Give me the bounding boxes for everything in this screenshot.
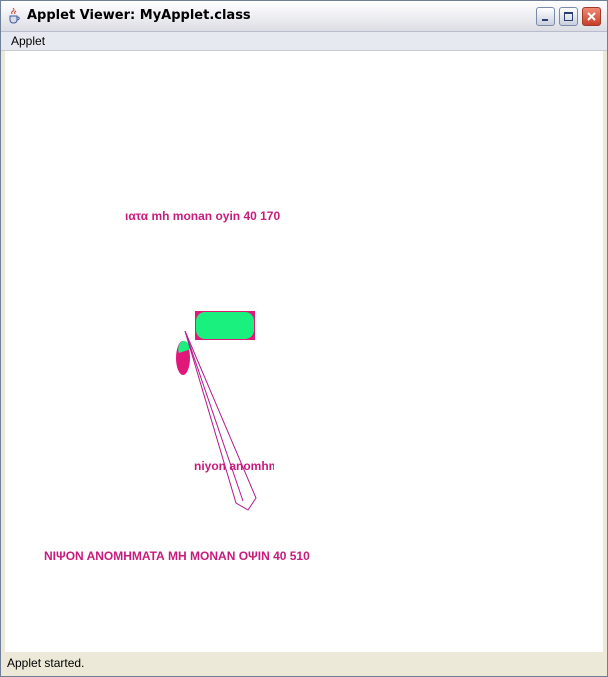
polygon-shape bbox=[184, 330, 257, 511]
line-shape bbox=[184, 330, 244, 502]
canvas-text-1: ιατα mh monan oyin 40 170 bbox=[125, 209, 281, 223]
menu-bar: Applet bbox=[1, 32, 607, 51]
minimize-button[interactable] bbox=[536, 7, 555, 26]
rounded-rect-shape bbox=[196, 312, 254, 339]
close-icon bbox=[587, 12, 596, 21]
close-button[interactable] bbox=[582, 7, 601, 26]
maximize-icon bbox=[564, 12, 573, 21]
java-cup-icon bbox=[7, 7, 21, 24]
title-bar[interactable]: Applet Viewer: MyApplet.class bbox=[1, 1, 607, 32]
canvas-text-2: niyon anomhm bbox=[194, 459, 274, 473]
maximize-button[interactable] bbox=[559, 7, 578, 26]
menu-applet[interactable]: Applet bbox=[11, 34, 45, 48]
canvas-text-3: ΝΙΨΟΝ ΑΝΟΜΗΜΑΤΑ ΜΗ ΜΟΝΑΝ ΟΨΙΝ 40 510 bbox=[44, 549, 310, 563]
status-bar-text: Applet started. bbox=[7, 656, 85, 670]
window-title: Applet Viewer: MyApplet.class bbox=[27, 8, 251, 23]
applet-viewer-window: Applet Viewer: MyApplet.class Applet ιατ… bbox=[0, 0, 608, 677]
minimize-icon bbox=[542, 19, 548, 21]
applet-canvas[interactable]: ιατα mh monan oyin 40 170 niyon anomhm Ν… bbox=[5, 51, 603, 652]
